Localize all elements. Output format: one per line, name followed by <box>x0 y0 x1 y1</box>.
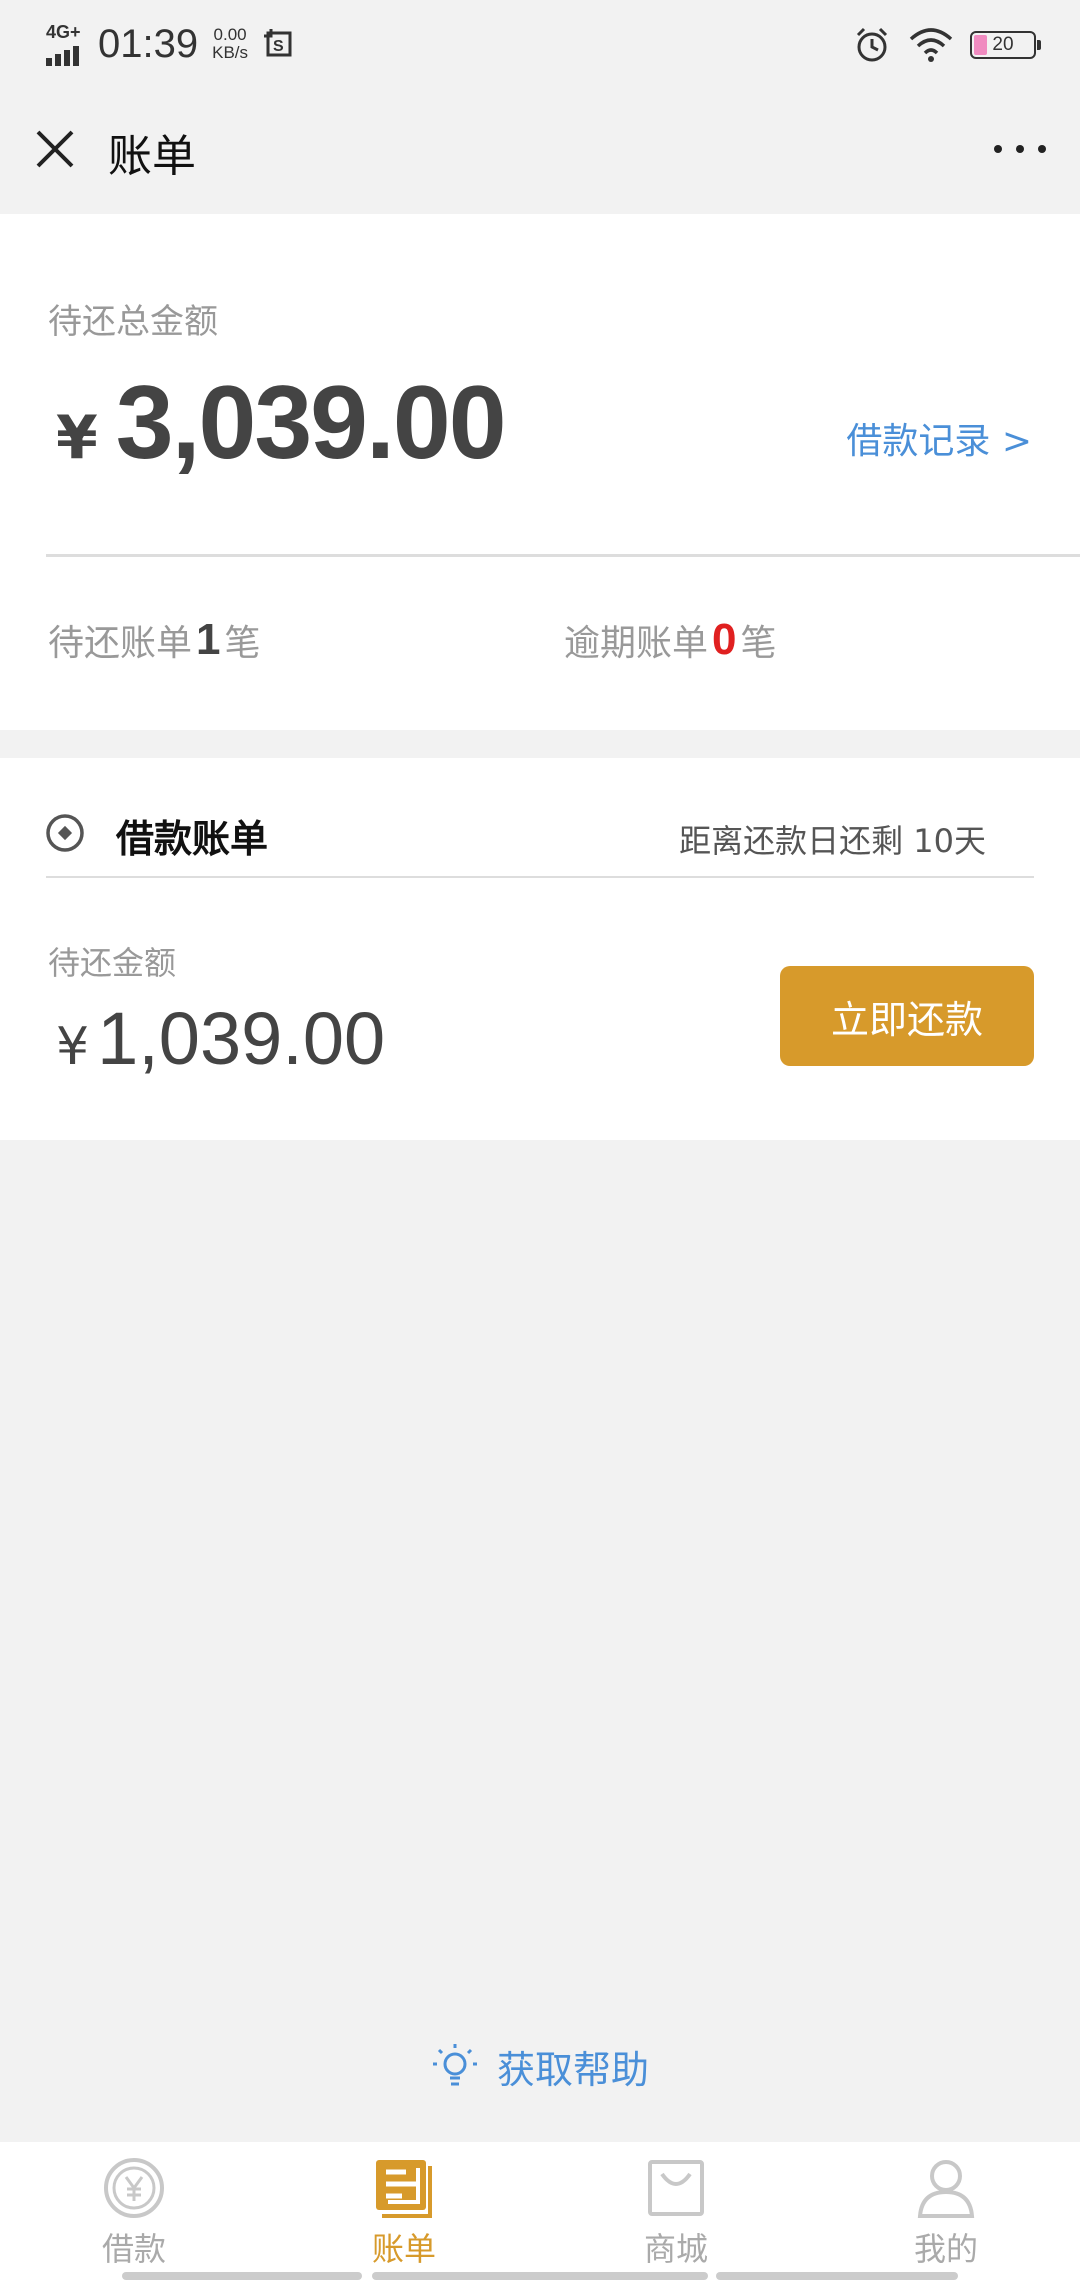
screenshot-icon: S <box>264 29 292 57</box>
tab-mine[interactable]: 我的 <box>866 2156 1026 2270</box>
speed-unit: KB/s <box>212 43 249 62</box>
overdue-bills-unit: 笔 <box>740 623 777 664</box>
coin-icon <box>46 814 84 852</box>
overdue-bills-label: 逾期账单 <box>564 623 709 664</box>
close-icon[interactable] <box>30 124 80 174</box>
network-type: 4G+ <box>46 22 81 42</box>
signal-icon: 4G+ <box>44 20 90 68</box>
status-bar: 4G+ 01:39 0.00 KB/s S 20 <box>0 0 1080 86</box>
status-right: 20 <box>852 20 1041 70</box>
get-help-label: 获取帮助 <box>496 2047 649 2092</box>
network-speed: 0.00 KB/s <box>212 26 248 62</box>
battery-level: 20 <box>992 34 1014 55</box>
shopping-bag-icon <box>648 2160 704 2216</box>
person-icon <box>917 2160 975 2218</box>
tab-label: 账单 <box>371 2230 436 2268</box>
nav-indicator <box>716 2272 958 2280</box>
repay-now-button[interactable]: 立即还款 <box>780 966 1034 1066</box>
tab-label: 我的 <box>913 2230 978 2268</box>
tab-label: 借款 <box>101 2230 166 2268</box>
divider <box>46 876 1034 878</box>
bill-title: 借款账单 <box>116 817 269 861</box>
lightbulb-icon <box>432 2044 477 2086</box>
total-due-label: 待还总金额 <box>48 302 218 342</box>
wifi-icon <box>909 28 953 62</box>
bill-due-label: 待还金额 <box>48 944 177 982</box>
loan-record-link[interactable]: 借款记录 > <box>846 412 1032 464</box>
tab-bill[interactable]: 账单 <box>324 2156 484 2270</box>
yen-circle-icon <box>104 2158 164 2218</box>
summary-card: 待还总金额 ¥ 3,039.00 借款记录 > 待还账单 1 笔 逾期账单 0 … <box>0 214 1080 730</box>
speed-value: 0.00 <box>213 25 247 44</box>
get-help-link[interactable]: 获取帮助 <box>0 2036 1080 2096</box>
pending-bills-label: 待还账单 <box>48 623 193 664</box>
tab-loan[interactable]: 借款 <box>54 2156 214 2270</box>
alarm-icon <box>856 27 888 62</box>
svg-text:S: S <box>273 38 284 55</box>
more-options-icon[interactable] <box>988 124 1052 174</box>
days-until-due: 距离还款日还剩 10天 <box>679 822 986 860</box>
title-bar: 账单 <box>0 86 1080 214</box>
loan-bill-card: 借款账单 距离还款日还剩 10天 待还金额 ¥ 1,039.00 立即还款 <box>0 758 1080 1140</box>
bottom-tab-bar: 借款 账单 商城 我的 <box>0 2142 1080 2280</box>
nav-indicator <box>122 2272 362 2280</box>
pending-bills-unit: 笔 <box>224 623 261 664</box>
pending-bills-count: 1 <box>196 615 221 664</box>
currency-symbol: ¥ <box>56 1017 90 1077</box>
pending-bills-stat: 待还账单 1 笔 <box>48 614 261 666</box>
divider <box>46 554 1080 557</box>
total-amount-value: 3,039.00 <box>115 365 507 481</box>
total-due-amount: ¥ 3,039.00 <box>56 364 507 483</box>
battery-icon: 20 <box>970 31 1041 59</box>
overdue-bills-stat: 逾期账单 0 笔 <box>564 614 777 666</box>
bill-due-amount: ¥ 1,039.00 <box>56 996 385 1081</box>
tab-mall[interactable]: 商城 <box>596 2156 756 2270</box>
status-left: 4G+ 01:39 0.00 KB/s S <box>44 14 296 74</box>
currency-symbol: ¥ <box>56 403 98 473</box>
page-title: 账单 <box>108 131 196 182</box>
tab-label: 商城 <box>643 2230 708 2268</box>
bill-icon <box>376 2160 432 2218</box>
bill-amount-value: 1,039.00 <box>97 997 386 1080</box>
clock: 01:39 <box>98 21 199 66</box>
overdue-bills-count: 0 <box>712 615 737 664</box>
nav-indicator <box>372 2272 708 2280</box>
